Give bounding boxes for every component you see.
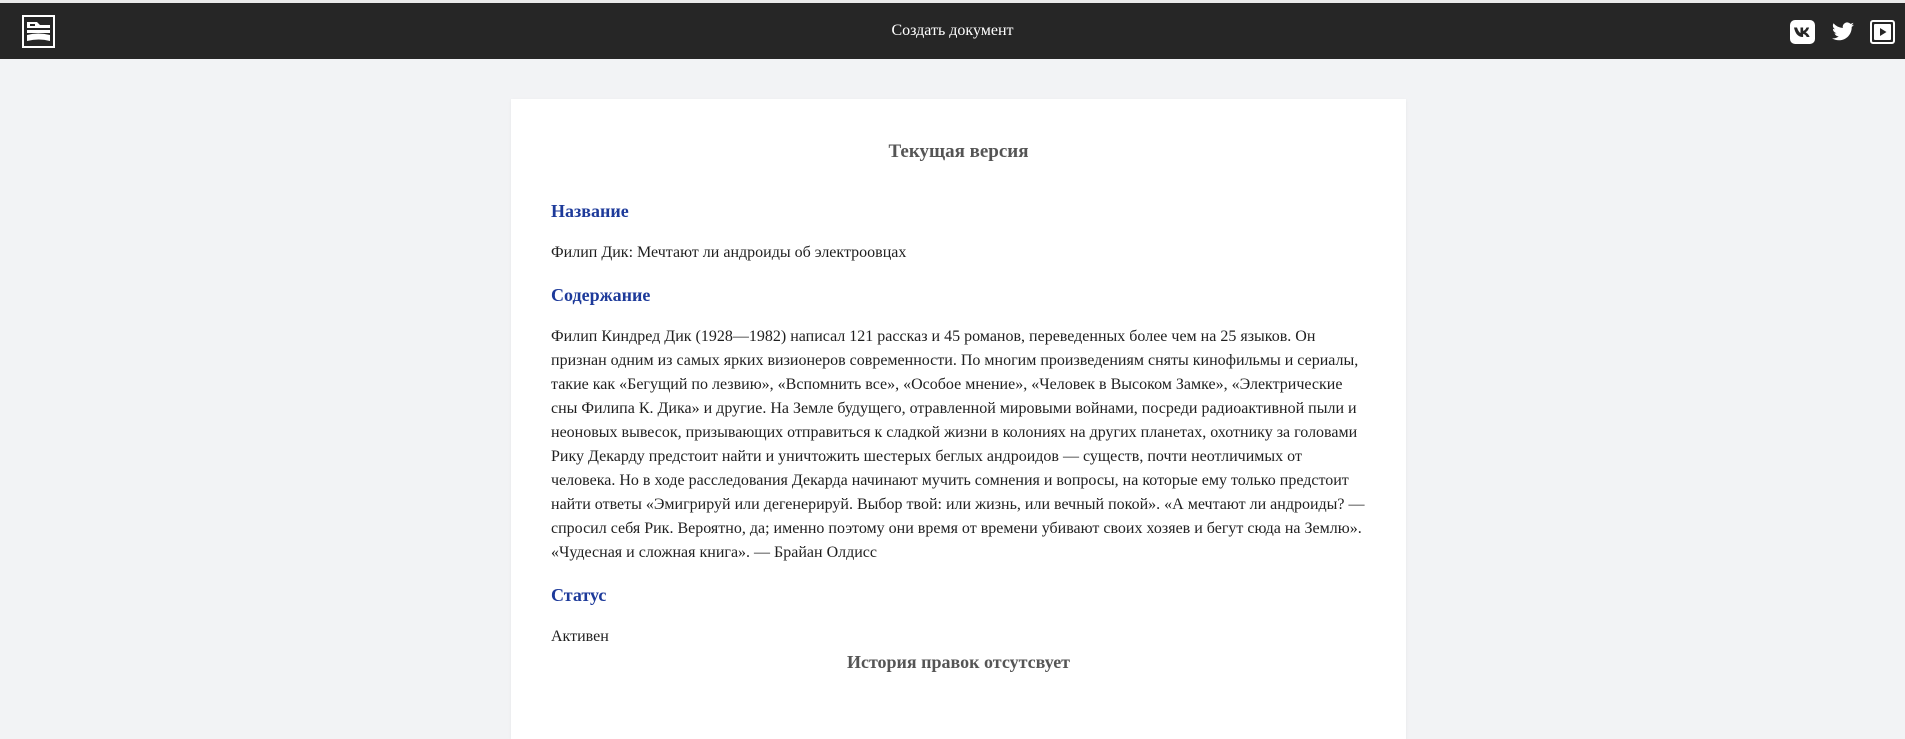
status-value: Активен <box>551 628 609 645</box>
content-value: Филип Киндред Дик (1928—1982) написал 12… <box>551 328 1365 561</box>
name-value: Филип Дик: Мечтают ли андроиды об электр… <box>551 244 907 261</box>
status-heading: Статус <box>551 585 607 605</box>
youtube-icon[interactable] <box>1870 20 1895 44</box>
twitter-icon[interactable] <box>1831 20 1855 44</box>
top-navbar: Создать документ <box>0 3 1905 59</box>
name-heading: Название <box>551 201 629 221</box>
current-version-title: Текущая версия <box>888 141 1029 162</box>
history-empty-message: История правок отсутсвует <box>846 652 1071 672</box>
vk-icon[interactable] <box>1790 20 1815 44</box>
document-card: Текущая версия Название Филип Дик: Мечта… <box>511 99 1406 739</box>
create-document-link[interactable]: Создать документ <box>0 3 1905 59</box>
content-heading: Содержание <box>551 285 651 305</box>
